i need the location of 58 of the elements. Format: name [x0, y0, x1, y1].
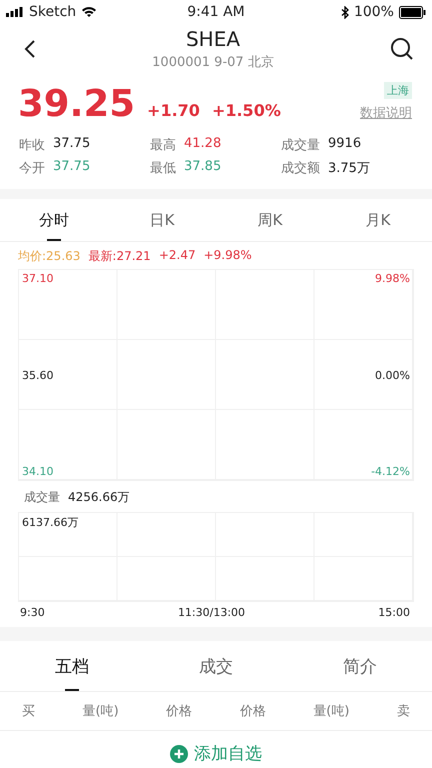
- add-watchlist-button[interactable]: 添加自选: [164, 741, 268, 766]
- stat-label: 最低: [150, 160, 176, 177]
- plus-icon: [170, 744, 188, 762]
- column-header: 量(吨): [82, 703, 119, 720]
- column-header: 买: [22, 703, 35, 720]
- stat-value: 9916: [328, 136, 362, 153]
- stat-label: 今开: [19, 160, 45, 177]
- average-price: 均价:25.63: [18, 248, 80, 265]
- carrier-name: Sketch: [29, 4, 76, 20]
- clock-time: 9:41 AM: [187, 4, 245, 20]
- wifi-icon: [81, 6, 98, 18]
- back-icon: [24, 39, 36, 59]
- stat-value: 3.75万: [328, 160, 370, 177]
- stock-price: 39.25: [18, 85, 136, 122]
- stat-label: 昨收: [19, 137, 45, 154]
- stat-value: 37.85: [184, 159, 222, 176]
- latest-price: 最新:27.21: [88, 248, 151, 265]
- stat-value: 37.75: [53, 159, 90, 176]
- stat-value: 37.75: [53, 136, 90, 153]
- volume-axis-label: 6137.66万: [22, 515, 78, 530]
- column-header: 价格: [166, 703, 192, 720]
- percent-axis-label: -4.12%: [371, 465, 410, 478]
- market-tag: 上海: [384, 82, 412, 99]
- stat-value: 41.28: [184, 136, 222, 153]
- volume-label: 成交量: [24, 489, 60, 506]
- chart-tab[interactable]: 日K: [108, 199, 216, 241]
- price-change: +1.70: [147, 101, 200, 122]
- time-axis-label: 9:30: [20, 606, 45, 619]
- price-axis-label: 35.60: [22, 368, 54, 382]
- latest-change: +2.47: [158, 248, 196, 264]
- stat-label: 成交额: [281, 160, 320, 177]
- stat-label: 成交量: [281, 137, 320, 154]
- bluetooth-icon: [340, 6, 349, 18]
- percent-axis-label: 0.00%: [375, 368, 410, 382]
- price-axis-label: 34.10: [22, 465, 54, 478]
- column-header: 卖: [396, 703, 410, 720]
- latest-change-percent: +9.98%: [204, 248, 252, 264]
- column-header: 量(吨): [313, 703, 350, 720]
- detail-tab[interactable]: 简介: [288, 641, 432, 691]
- stat-label: 最高: [150, 137, 176, 154]
- chart-tab[interactable]: 周K: [216, 199, 324, 241]
- percent-axis-label: 9.98%: [375, 272, 410, 285]
- price-change-percent: +1.50%: [212, 101, 281, 122]
- chart-tab[interactable]: 月K: [324, 199, 432, 241]
- price-axis-label: 37.10: [22, 272, 54, 285]
- volume-value: 4256.66万: [68, 489, 130, 506]
- detail-tab[interactable]: 五档: [0, 641, 144, 691]
- time-axis-label: 11:30/13:00: [178, 606, 246, 619]
- time-axis-label: 15:00: [378, 606, 410, 619]
- stock-title: SHEA: [186, 27, 240, 51]
- stock-code: 1000001 9-07 北京: [152, 54, 274, 71]
- detail-tab[interactable]: 成交: [144, 641, 288, 691]
- chart-tab[interactable]: 分时: [0, 199, 108, 241]
- signal-icon: [6, 7, 24, 17]
- column-header: 价格: [240, 703, 266, 720]
- search-icon: [390, 37, 414, 61]
- battery-percent: 100%: [354, 4, 394, 20]
- battery-icon: [398, 6, 426, 18]
